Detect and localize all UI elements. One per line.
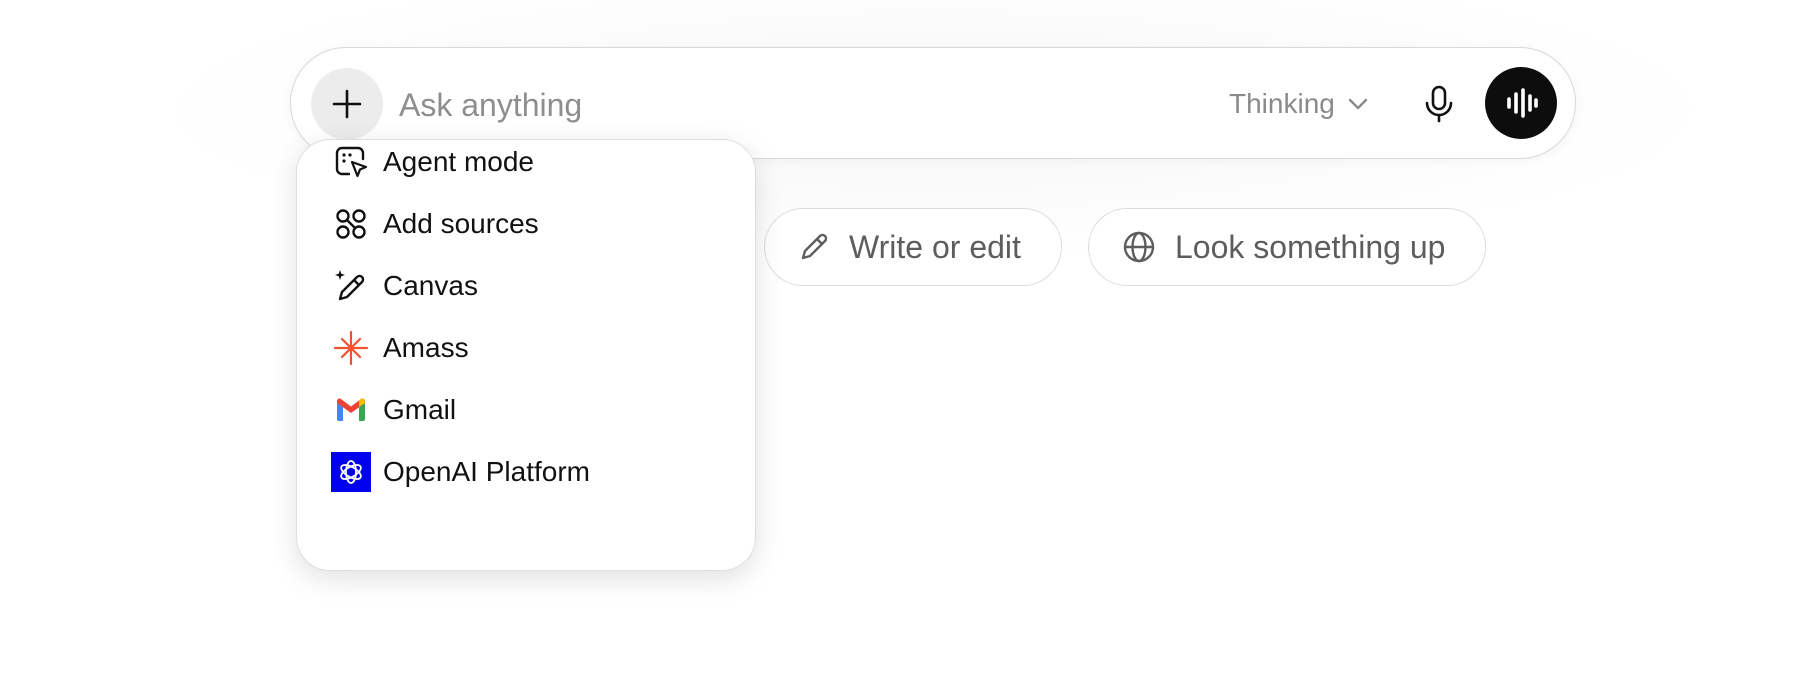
menu-item-add-sources[interactable]: Add sources xyxy=(297,192,755,256)
menu-item-agent-mode[interactable]: Agent mode xyxy=(297,140,755,194)
menu-item-gmail[interactable]: Gmail xyxy=(297,378,755,442)
canvas-pen-icon xyxy=(331,266,371,306)
tools-menu: Agent mode Add sources Canvas Amass Gmai… xyxy=(296,139,756,571)
look-something-up-chip[interactable]: Look something up xyxy=(1088,208,1486,286)
model-label: Thinking xyxy=(1229,88,1335,119)
dictate-button[interactable] xyxy=(1413,78,1465,130)
chip-label: Write or edit xyxy=(849,228,1021,265)
menu-item-amass[interactable]: Amass xyxy=(297,316,755,380)
waveform-icon xyxy=(1507,88,1538,118)
gmail-icon xyxy=(331,390,371,430)
openai-icon xyxy=(331,452,371,492)
pencil-icon xyxy=(801,233,828,260)
menu-item-label: Amass xyxy=(383,332,469,363)
menu-item-openai-platform[interactable]: OpenAI Platform xyxy=(297,440,755,504)
model-picker[interactable]: Thinking xyxy=(1215,78,1383,130)
agent-cursor-icon xyxy=(331,142,371,182)
globe-icon xyxy=(1123,231,1155,263)
page: Thinking Write or edit xyxy=(0,0,1820,700)
menu-item-label: Gmail xyxy=(383,394,457,425)
plus-icon xyxy=(332,89,362,119)
menu-item-label: Add sources xyxy=(383,208,539,239)
add-button[interactable] xyxy=(311,68,383,140)
menu-item-label: OpenAI Platform xyxy=(383,456,590,487)
menu-item-label: Canvas xyxy=(383,270,478,301)
voice-mode-button[interactable] xyxy=(1485,67,1557,139)
menu-item-label: Agent mode xyxy=(383,146,534,177)
amass-asterisk-icon xyxy=(331,328,371,368)
menu-item-canvas[interactable]: Canvas xyxy=(297,254,755,318)
sources-icon xyxy=(331,204,371,244)
chevron-down-icon xyxy=(1348,98,1368,110)
microphone-icon xyxy=(1425,85,1453,123)
prompt-input[interactable] xyxy=(397,74,1101,136)
chip-label: Look something up xyxy=(1175,228,1446,265)
write-or-edit-chip[interactable]: Write or edit xyxy=(764,208,1062,286)
